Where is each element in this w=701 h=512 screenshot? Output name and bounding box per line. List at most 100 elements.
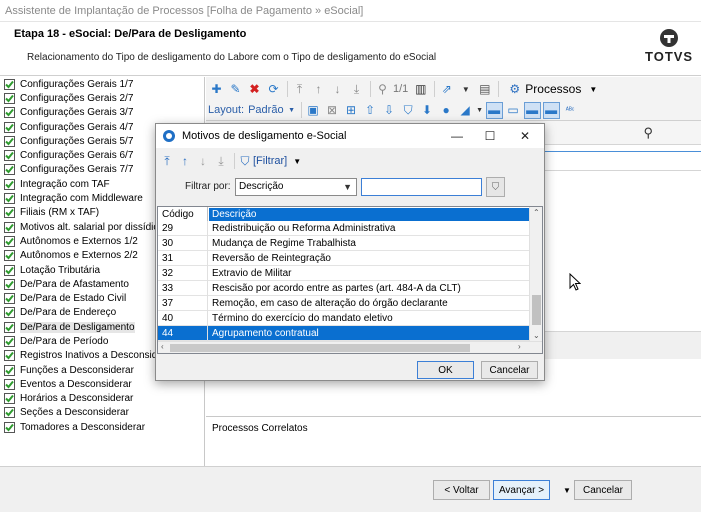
chevron-down-icon: ▼ [343, 182, 352, 192]
report-icon[interactable]: ▤ [476, 81, 493, 98]
group-icon[interactable]: ⊞ [343, 102, 360, 119]
sort-up-icon[interactable]: ⇧ [362, 102, 379, 119]
layout-split-icon[interactable]: ▭ [505, 102, 522, 119]
list-row[interactable]: 40 Término do exercício do mandato eletiv… [158, 311, 530, 326]
scroll-left-icon[interactable]: ‹ [161, 342, 164, 351]
edit-icon[interactable]: ✎ [227, 81, 244, 98]
delete-icon[interactable]: ✖ [246, 81, 263, 98]
last-record-icon[interactable]: ⤓ [348, 81, 365, 98]
check-icon [4, 235, 15, 247]
next-record-icon[interactable]: ↓ [329, 81, 346, 98]
step-item[interactable]: Tomadores a Desconsiderar [0, 420, 204, 434]
check-icon [4, 178, 15, 190]
motives-list: Código Descrição 29 Redistribuição ou Ref… [157, 206, 543, 354]
step-item[interactable]: Configurações Gerais 1/7 [0, 77, 204, 91]
layout-full-icon[interactable]: ▬ [542, 101, 560, 119]
check-icon [4, 421, 15, 433]
list-row[interactable]: 31 Reversão de Reintegração [158, 251, 530, 266]
first-record-icon[interactable]: ⤒ [291, 81, 308, 98]
cancel-button[interactable]: Cancelar [574, 480, 632, 500]
step-item-label: Autônomos e Externos 1/2 [20, 235, 138, 247]
toolbar-divider [287, 81, 288, 97]
scroll-down-icon[interactable]: ⌄ [533, 331, 540, 340]
previous-record-icon[interactable]: ↑ [310, 81, 327, 98]
spell-check-icon[interactable]: ᴬᴮᶜ [562, 102, 579, 119]
step-item-label: Configurações Gerais 2/7 [20, 92, 134, 104]
filter-icon[interactable]: ⛉ [400, 102, 417, 119]
list-row[interactable]: 33 Rescisão por acordo entre as partes (a… [158, 281, 530, 296]
previous-record-icon[interactable]: ↑ [176, 152, 194, 170]
gear-icon: ⚙ [509, 82, 521, 96]
row-description: Extravio de Militar [212, 268, 292, 279]
check-icon [4, 135, 15, 147]
toolbar-row-2: Layout: Padrão ▼ ▣ ⊠ ⊞ ⇧ ⇩ ⛉ ⬇ ● ◢ ▼ ▬ ▭… [208, 100, 581, 120]
step-item[interactable]: Horários a Desconsiderar [0, 392, 204, 406]
check-icon [4, 121, 15, 133]
chart-dropdown-icon[interactable]: ▼ [476, 102, 484, 119]
layout-top-icon[interactable]: ▬ [523, 101, 541, 119]
step-item[interactable]: Seções a Desconsiderar [0, 406, 204, 420]
layout-bottom-icon[interactable]: ▬ [485, 101, 503, 119]
next-record-icon[interactable]: ↓ [194, 152, 212, 170]
column-header-description[interactable]: Descrição [209, 208, 530, 221]
totvs-logo: TOTVS [645, 28, 693, 64]
filter-search-input[interactable] [361, 178, 482, 196]
apply-filter-button[interactable]: ⛉ [486, 177, 505, 197]
search-record-icon[interactable]: ⚲ [374, 81, 391, 98]
column-header-code[interactable]: Código [162, 209, 194, 220]
horizontal-scrollbar[interactable]: ‹ › [158, 341, 542, 353]
step-item-label: Integração com TAF [20, 178, 110, 190]
color-icon[interactable]: ● [438, 102, 455, 119]
vertical-scrollbar[interactable]: ⌃ ⌄ [529, 207, 542, 341]
columns-icon[interactable]: ▥ [412, 81, 429, 98]
next-dropdown-icon[interactable]: ▼ [561, 481, 573, 499]
save-layout-icon[interactable]: ▣ [305, 102, 322, 119]
row-description: Término do exercício do mandato eletivo [212, 313, 393, 324]
step-item[interactable]: Configurações Gerais 2/7 [0, 91, 204, 105]
filter-dropdown-icon[interactable]: ▼ [293, 157, 301, 166]
list-row[interactable]: 29 Redistribuição ou Reforma Administrati… [158, 221, 530, 236]
last-record-icon[interactable]: ⤓ [212, 152, 230, 170]
ok-button[interactable]: OK [417, 361, 474, 379]
filter-button[interactable]: [Filtrar] [253, 155, 287, 167]
next-button[interactable]: Avançar > [493, 480, 550, 500]
minimize-icon[interactable]: — [444, 127, 470, 145]
layout-select[interactable]: Padrão [248, 104, 283, 116]
step-item[interactable]: Configurações Gerais 3/7 [0, 106, 204, 120]
row-description: Agrupamento contratual [212, 328, 319, 339]
list-row[interactable]: 37 Remoção, em caso de alteração do órgão… [158, 296, 530, 311]
refresh-icon[interactable]: ⟳ [265, 81, 282, 98]
first-record-icon[interactable]: ⤒ [158, 152, 176, 170]
search-icon[interactable]: ⚲ [643, 125, 653, 141]
scroll-up-icon[interactable]: ⌃ [533, 208, 540, 217]
chart-icon[interactable]: ◢ [457, 102, 474, 119]
scroll-thumb[interactable] [532, 295, 541, 325]
processes-button[interactable]: ⚙ Processos ▼ [506, 81, 597, 98]
dialog-titlebar: Motivos de desligamento e-Social — ☐ ✕ [156, 124, 544, 148]
pin-icon[interactable]: ⬇ [419, 102, 436, 119]
export-icon[interactable]: ⇗ [438, 81, 455, 98]
maximize-icon[interactable]: ☐ [477, 127, 503, 145]
funnel-icon[interactable]: ⛉ [239, 152, 251, 170]
back-button[interactable]: < Voltar [433, 480, 490, 500]
step-item-label: De/Para de Desligamento [20, 321, 135, 333]
dialog-cancel-button[interactable]: Cancelar [481, 361, 538, 379]
layout-dropdown-icon[interactable]: ▼ [288, 102, 296, 119]
step-item-label: Eventos a Desconsiderar [20, 378, 132, 390]
export-dropdown-icon[interactable]: ▼ [457, 81, 474, 98]
row-code: 30 [162, 238, 174, 249]
delete-layout-icon[interactable]: ⊠ [324, 102, 341, 119]
close-icon[interactable]: ✕ [512, 127, 538, 145]
scroll-right-icon[interactable]: › [518, 342, 521, 351]
scroll-thumb[interactable] [170, 344, 470, 352]
lookup-dialog: Motivos de desligamento e-Social — ☐ ✕ ⤒… [155, 123, 545, 381]
check-icon [4, 264, 15, 276]
cell-divider [207, 266, 208, 281]
list-row[interactable]: 32 Extravio de Militar [158, 266, 530, 281]
add-icon[interactable]: ✚ [208, 81, 225, 98]
sort-down-icon[interactable]: ⇩ [381, 102, 398, 119]
list-row[interactable]: 44 Agrupamento contratual [158, 326, 530, 341]
step-item-label: De/Para de Período [20, 335, 109, 347]
list-row[interactable]: 30 Mudança de Regime Trabalhista [158, 236, 530, 251]
filter-field-select[interactable]: Descrição ▼ [235, 178, 357, 196]
